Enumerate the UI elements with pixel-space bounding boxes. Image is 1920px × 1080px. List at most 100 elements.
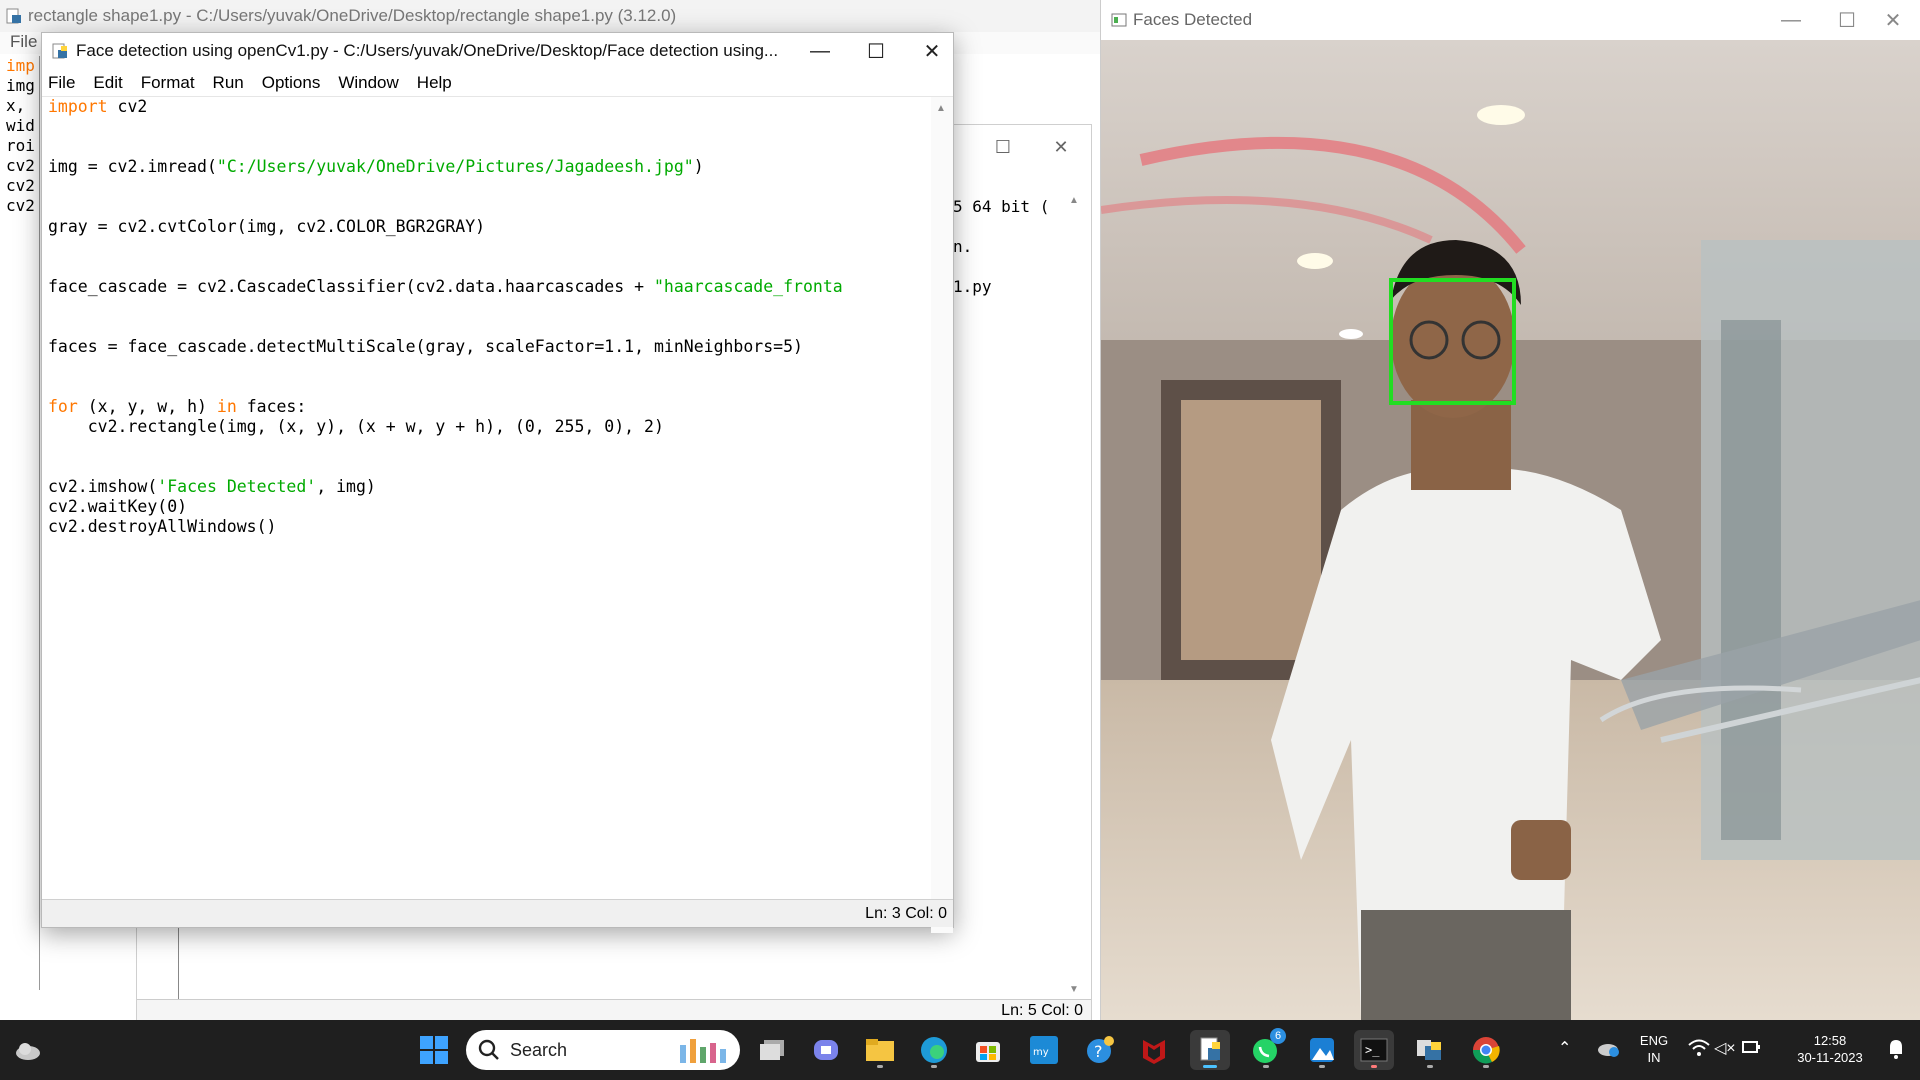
menu-format[interactable]: Format — [141, 73, 195, 93]
shell-line: n. — [953, 237, 973, 256]
faces-window-title: Faces Detected — [1133, 10, 1253, 29]
menu-window[interactable]: Window — [338, 73, 398, 93]
shell-scrollbar[interactable]: ▲ ▼ — [1069, 195, 1083, 995]
menu-edit[interactable]: Edit — [93, 73, 122, 93]
back-window-titlebar[interactable]: rectangle shape1.py - C:/Users/yuvak/One… — [0, 0, 1100, 32]
notifications-bell-icon[interactable] — [1886, 1038, 1906, 1065]
string-literal: 'Faces Detected' — [157, 477, 317, 496]
code-line-8: cv2.imshow('Faces Detected', img) — [48, 477, 376, 497]
back-code-line: x, — [6, 96, 26, 115]
svg-text:>_: >_ — [1365, 1043, 1380, 1057]
running-indicator — [931, 1065, 937, 1068]
shell-line: 5 64 bit ( — [953, 197, 1050, 216]
photos-icon[interactable] — [1302, 1030, 1342, 1070]
code-text: cv2.imshow( — [48, 477, 158, 496]
taskbar: Search my ? 6 >_ ⌃ ENG IN ◁× 12:58 30-11… — [0, 1020, 1920, 1080]
keyword: in — [216, 397, 237, 416]
scroll-down-icon[interactable]: ▼ — [1069, 984, 1079, 995]
search-label: Search — [510, 1039, 568, 1060]
minimize-icon[interactable]: — — [792, 33, 848, 69]
clock-time: 12:58 — [1813, 1033, 1847, 1048]
back-window-title: rectangle shape1.py - C:/Users/yuvak/One… — [28, 6, 677, 25]
close-icon[interactable]: ✕ — [1046, 137, 1076, 161]
task-view-icon[interactable] — [752, 1030, 792, 1070]
keyword: for — [48, 397, 78, 416]
code-line-6: for (x, y, w, h) in faces: — [48, 397, 306, 417]
svg-text:my: my — [1033, 1047, 1049, 1058]
back-code-line: cv2 — [6, 196, 35, 215]
active-indicator — [1203, 1065, 1217, 1068]
notification-badge: 6 — [1270, 1028, 1286, 1044]
python-file-icon — [6, 8, 21, 24]
show-hidden-icons-icon[interactable]: ⌃ — [1558, 1038, 1571, 1058]
editor-window[interactable]: Face detection using openCv1.py - C:/Use… — [41, 32, 954, 933]
microsoft-store-icon[interactable] — [968, 1030, 1008, 1070]
shell-status-bar: Ln: 5 Col: 0 — [137, 999, 1091, 1021]
running-indicator — [1483, 1065, 1489, 1068]
code-editor[interactable]: import cv2 img = cv2.imread("C:/Users/yu… — [42, 97, 932, 897]
back-code-line: cv2 — [6, 156, 35, 175]
back-menu-file[interactable]: File — [10, 32, 37, 51]
faces-detected-window[interactable]: Faces Detected — ☐ ✕ — [1100, 0, 1920, 1020]
back-code-line: cv2 — [6, 176, 35, 195]
menu-help[interactable]: Help — [417, 73, 452, 93]
language-region: IN — [1647, 1050, 1661, 1065]
language-indicator[interactable]: ENG IN — [1630, 1032, 1678, 1066]
maximize-icon[interactable]: ☐ — [848, 33, 904, 69]
battery-icon[interactable] — [1740, 1036, 1762, 1063]
close-icon[interactable]: ✕ — [904, 33, 960, 69]
myhp-icon[interactable]: my — [1024, 1030, 1064, 1070]
close-icon[interactable]: ✕ — [1865, 2, 1920, 38]
photo-scene — [1101, 40, 1920, 1020]
wifi-icon[interactable] — [1688, 1038, 1710, 1063]
menu-options[interactable]: Options — [262, 73, 321, 93]
python-file-icon — [52, 43, 67, 59]
language-code: ENG — [1639, 1033, 1669, 1048]
code-text: img = cv2.imread( — [48, 157, 217, 176]
clock-date: 30-11-2023 — [1797, 1050, 1863, 1065]
get-help-icon[interactable]: ? — [1080, 1030, 1120, 1070]
chrome-icon[interactable] — [1466, 1030, 1506, 1070]
running-indicator — [1263, 1065, 1269, 1068]
back-code-line: img — [6, 76, 35, 95]
back-code-line: roi — [6, 136, 35, 155]
scroll-up-icon[interactable]: ▲ — [1069, 195, 1083, 206]
search-input[interactable]: Search — [466, 1030, 740, 1070]
back-code-line: imp — [6, 56, 35, 75]
volume-muted-icon[interactable]: ◁× — [1714, 1038, 1736, 1058]
code-line-7: cv2.rectangle(img, (x, y), (x + w, y + h… — [48, 417, 664, 436]
code-text: , img) — [316, 477, 376, 496]
svg-text:?: ? — [1094, 1042, 1103, 1061]
terminal-icon[interactable]: >_ — [1354, 1030, 1394, 1070]
edge-browser-icon[interactable] — [914, 1030, 954, 1070]
python-launcher-icon[interactable] — [1410, 1030, 1450, 1070]
code-line-1: import cv2 — [48, 97, 147, 117]
whatsapp-icon[interactable]: 6 — [1246, 1028, 1286, 1070]
code-line-5: faces = face_cascade.detectMultiScale(gr… — [48, 337, 803, 356]
code-text: faces: — [236, 397, 307, 416]
minimize-icon[interactable]: — — [1763, 2, 1819, 38]
weather-icon[interactable] — [8, 1030, 48, 1070]
start-windows-icon[interactable] — [414, 1030, 454, 1070]
code-line-4: face_cascade = cv2.CascadeClassifier(cv2… — [48, 277, 843, 297]
maximize-icon[interactable]: ☐ — [988, 137, 1018, 161]
system-tray: ⌃ ENG IN ◁× 12:58 30-11-2023 — [1540, 1020, 1920, 1080]
onedrive-icon[interactable] — [1596, 1038, 1620, 1063]
string-literal: "haarcascade_fronta — [653, 277, 843, 296]
code-text: ) — [693, 157, 704, 176]
detected-face-photo — [1101, 40, 1920, 1020]
editor-scrollbar[interactable]: ▲ ▼ — [931, 97, 953, 933]
code-line-10: cv2.destroyAllWindows() — [48, 517, 277, 536]
idle-editor-icon[interactable] — [1190, 1030, 1230, 1070]
scroll-up-icon[interactable]: ▲ — [936, 103, 946, 114]
clock[interactable]: 12:58 30-11-2023 — [1780, 1032, 1880, 1066]
mcafee-icon[interactable] — [1134, 1030, 1174, 1070]
teams-chat-icon[interactable] — [806, 1030, 846, 1070]
menu-file[interactable]: File — [48, 73, 75, 93]
keyword: import — [48, 97, 108, 116]
file-explorer-icon[interactable] — [860, 1030, 900, 1070]
menu-run[interactable]: Run — [213, 73, 244, 93]
running-indicator — [1319, 1065, 1325, 1068]
code-text: (x, y, w, h) — [77, 397, 217, 416]
code-text: cv2 — [107, 97, 148, 116]
